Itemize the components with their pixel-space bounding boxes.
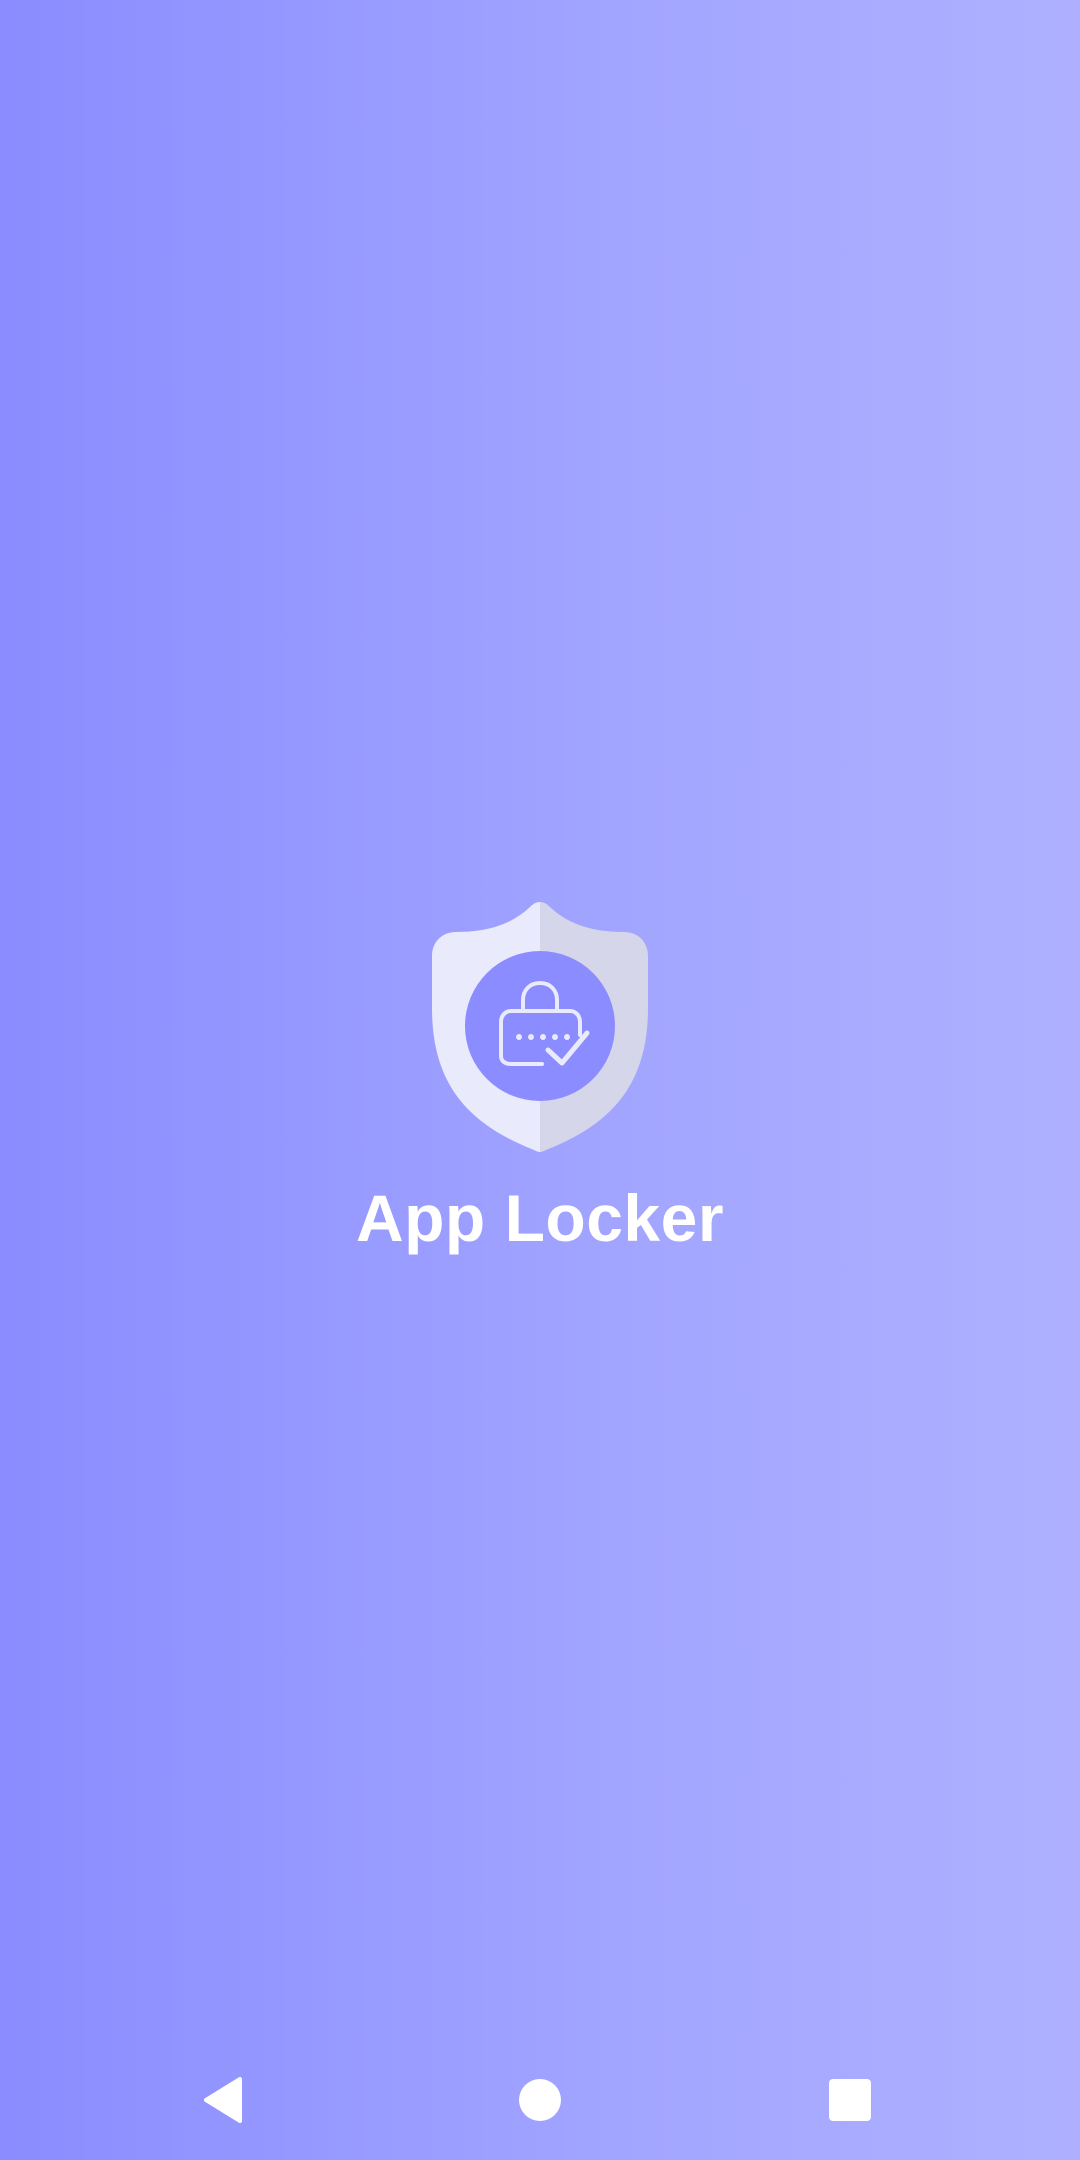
back-triangle-icon: [204, 2077, 242, 2123]
home-circle-icon: [519, 2079, 561, 2121]
back-button[interactable]: [185, 2060, 265, 2140]
recents-button[interactable]: [810, 2060, 890, 2140]
home-button[interactable]: [500, 2060, 580, 2140]
recents-square-icon: [829, 2079, 871, 2121]
system-navigation-bar: [0, 2040, 1080, 2160]
splash-screen: App Locker: [0, 0, 1080, 2160]
shield-lock-icon: [430, 898, 650, 1154]
app-title: App Locker: [355, 1181, 725, 1255]
